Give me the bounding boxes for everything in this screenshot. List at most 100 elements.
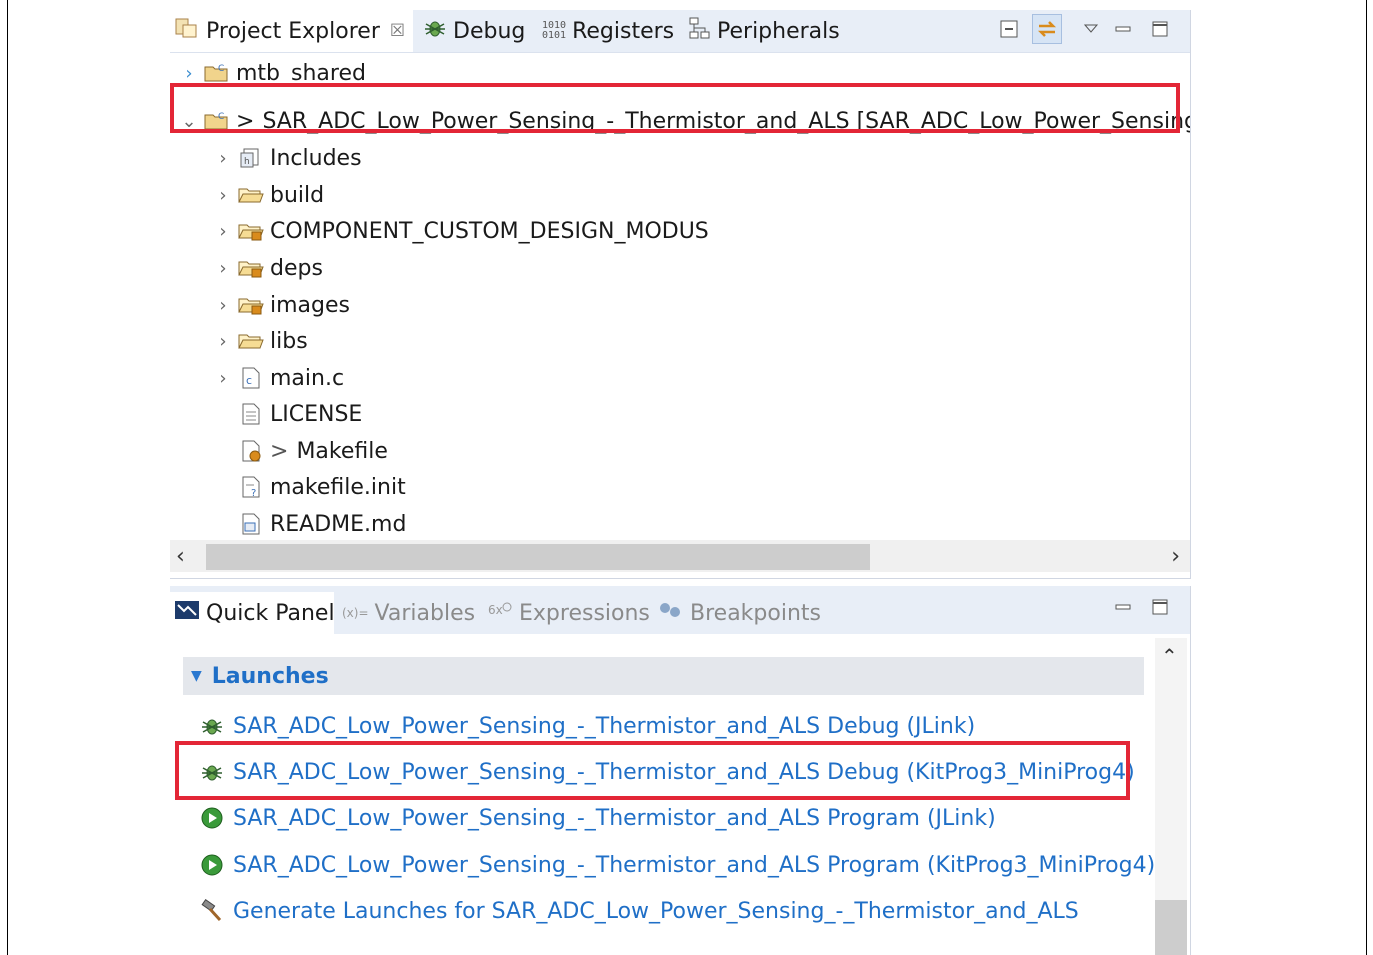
collapse-all-icon[interactable] bbox=[994, 14, 1024, 44]
package-folder-icon bbox=[238, 219, 264, 243]
tree-item-mtb-shared[interactable]: › C mtb_shared bbox=[180, 58, 366, 88]
project-explorer-panel: Project Explorer ☒ Debug 1010 0101 Regist… bbox=[170, 10, 1191, 579]
tree-item-label: Makefile bbox=[296, 438, 388, 464]
chevron-right-icon[interactable]: › bbox=[180, 63, 198, 84]
caret-down-icon[interactable]: ▼ bbox=[191, 668, 202, 684]
close-icon[interactable]: ☒ bbox=[390, 21, 405, 41]
tab-quick-panel[interactable]: Quick Panel bbox=[170, 592, 335, 634]
svg-text:?: ? bbox=[251, 488, 256, 499]
tab-registers[interactable]: 1010 0101 Registers bbox=[542, 10, 674, 52]
launches-section-header[interactable]: ▼ Launches bbox=[183, 657, 1144, 695]
chevron-left-icon[interactable]: ‹ bbox=[176, 544, 185, 569]
run-icon bbox=[200, 853, 224, 877]
tab-breakpoints[interactable]: Breakpoints bbox=[658, 592, 821, 634]
tree-item-label: COMPONENT_CUSTOM_DESIGN_MODUS bbox=[270, 218, 709, 244]
maximize-icon[interactable] bbox=[1145, 592, 1175, 622]
git-dirty-marker: > bbox=[236, 108, 255, 134]
chevron-right-icon[interactable]: › bbox=[214, 331, 232, 352]
chevron-right-icon[interactable]: › bbox=[214, 368, 232, 389]
project-folder-icon: C bbox=[204, 109, 230, 133]
peripherals-icon bbox=[687, 16, 711, 46]
svg-text:c: c bbox=[246, 374, 252, 387]
registers-icon: 1010 0101 bbox=[542, 20, 567, 41]
launch-debug-kitprog3[interactable]: SAR_ADC_Low_Power_Sensing_-_Thermistor_a… bbox=[200, 752, 1135, 792]
folder-icon bbox=[238, 183, 264, 207]
svg-text:h: h bbox=[244, 157, 250, 167]
tree-item-includes[interactable]: › h Includes bbox=[214, 141, 362, 175]
tab-variables[interactable]: (x)= Variables bbox=[342, 592, 475, 634]
tree-item-label: build bbox=[270, 182, 325, 208]
vertical-scrollbar[interactable]: ⌃ bbox=[1155, 638, 1187, 955]
quick-panel-icon bbox=[174, 599, 200, 627]
svg-text:6x: 6x bbox=[488, 603, 503, 617]
svg-text:C: C bbox=[218, 64, 224, 74]
minimize-icon[interactable] bbox=[1108, 592, 1138, 622]
minimize-icon[interactable] bbox=[1108, 14, 1138, 44]
section-title: Launches bbox=[211, 663, 329, 689]
launch-label: SAR_ADC_Low_Power_Sensing_-_Thermistor_a… bbox=[233, 713, 976, 739]
link-with-editor-icon[interactable] bbox=[1032, 14, 1062, 44]
svg-text:C: C bbox=[218, 112, 224, 122]
tab-expressions[interactable]: 6x Expressions bbox=[487, 592, 650, 634]
launch-program-jlink[interactable]: SAR_ADC_Low_Power_Sensing_-_Thermistor_a… bbox=[200, 798, 996, 838]
chevron-right-icon[interactable]: › bbox=[1171, 544, 1180, 569]
tree-item-label: Includes bbox=[270, 145, 362, 171]
quick-panel: Quick Panel (x)= Variables 6x Expression… bbox=[170, 586, 1191, 955]
launch-label: SAR_ADC_Low_Power_Sensing_-_Thermistor_a… bbox=[233, 805, 996, 831]
tree-item-label: images bbox=[270, 292, 350, 318]
project-explorer-icon bbox=[174, 16, 200, 46]
tab-label: Expressions bbox=[519, 600, 650, 626]
launch-debug-jlink[interactable]: SAR_ADC_Low_Power_Sensing_-_Thermistor_a… bbox=[200, 706, 975, 746]
chevron-right-icon[interactable]: › bbox=[214, 295, 232, 316]
tree-item-label: libs bbox=[270, 328, 308, 354]
tree-item-images[interactable]: › images bbox=[214, 288, 350, 322]
package-folder-icon bbox=[238, 293, 264, 317]
bug-icon bbox=[200, 714, 224, 738]
tab-debug[interactable]: Debug bbox=[423, 10, 525, 52]
chevron-down-icon[interactable]: ⌄ bbox=[180, 111, 198, 132]
maximize-icon[interactable] bbox=[1145, 14, 1175, 44]
unknown-file-icon: ? bbox=[238, 475, 264, 499]
markdown-file-icon bbox=[238, 512, 264, 536]
tab-label: Registers bbox=[572, 18, 675, 44]
scrollbar-thumb[interactable] bbox=[1155, 900, 1187, 955]
expressions-icon: 6x bbox=[487, 600, 513, 626]
makefile-icon bbox=[238, 439, 264, 463]
chevron-right-icon[interactable]: › bbox=[214, 221, 232, 242]
c-file-icon: c bbox=[238, 366, 264, 390]
package-folder-icon bbox=[238, 256, 264, 280]
tree-item-build[interactable]: › build bbox=[214, 178, 324, 212]
tree-item-makefile[interactable]: > Makefile bbox=[214, 434, 388, 468]
tree-item-sar-adc-project[interactable]: ⌄ C > SAR_ADC_Low_Power_Sensing_-_Thermi… bbox=[180, 104, 1190, 138]
scrollbar-thumb[interactable] bbox=[206, 544, 870, 570]
includes-icon: h bbox=[238, 146, 264, 170]
tree-item-readme[interactable]: README.md bbox=[214, 507, 406, 541]
tree-item-license[interactable]: LICENSE bbox=[214, 397, 362, 431]
tab-label: Peripherals bbox=[717, 18, 840, 44]
chevron-right-icon[interactable]: › bbox=[214, 185, 232, 206]
tree-item-label: deps bbox=[270, 255, 323, 281]
tree-item-component-custom-design-modus[interactable]: › COMPONENT_CUSTOM_DESIGN_MODUS bbox=[214, 214, 709, 248]
breakpoints-icon bbox=[658, 600, 684, 626]
launch-program-kitprog3[interactable]: SAR_ADC_Low_Power_Sensing_-_Thermistor_a… bbox=[200, 845, 1155, 885]
chevron-up-icon[interactable]: ⌃ bbox=[1161, 644, 1178, 668]
tree-item-libs[interactable]: › libs bbox=[214, 324, 308, 358]
chevron-right-icon[interactable]: › bbox=[214, 258, 232, 279]
tree-item-deps[interactable]: › deps bbox=[214, 251, 323, 285]
text-file-icon bbox=[238, 402, 264, 426]
tree-item-makefile-init[interactable]: ? makefile.init bbox=[214, 470, 406, 504]
horizontal-scrollbar[interactable]: ‹ › bbox=[170, 540, 1190, 572]
chevron-right-icon[interactable]: › bbox=[214, 148, 232, 169]
quick-panel-tabbar: Quick Panel (x)= Variables 6x Expression… bbox=[170, 586, 1190, 634]
git-dirty-marker: > bbox=[270, 438, 289, 464]
tree-item-main-c[interactable]: › c main.c bbox=[214, 361, 344, 395]
launch-label: SAR_ADC_Low_Power_Sensing_-_Thermistor_a… bbox=[233, 852, 1156, 878]
project-explorer-tabbar: Project Explorer ☒ Debug 1010 0101 Regist… bbox=[170, 10, 1190, 53]
view-menu-icon[interactable] bbox=[1076, 14, 1106, 44]
tab-project-explorer[interactable]: Project Explorer ☒ bbox=[170, 10, 413, 52]
tab-peripherals[interactable]: Peripherals bbox=[687, 10, 840, 52]
variables-icon: (x)= bbox=[342, 606, 369, 620]
frame-right-border bbox=[1366, 0, 1367, 955]
generate-launches-link[interactable]: Generate Launches for SAR_ADC_Low_Power_… bbox=[200, 891, 1079, 931]
tree-item-label: main.c bbox=[270, 365, 345, 391]
